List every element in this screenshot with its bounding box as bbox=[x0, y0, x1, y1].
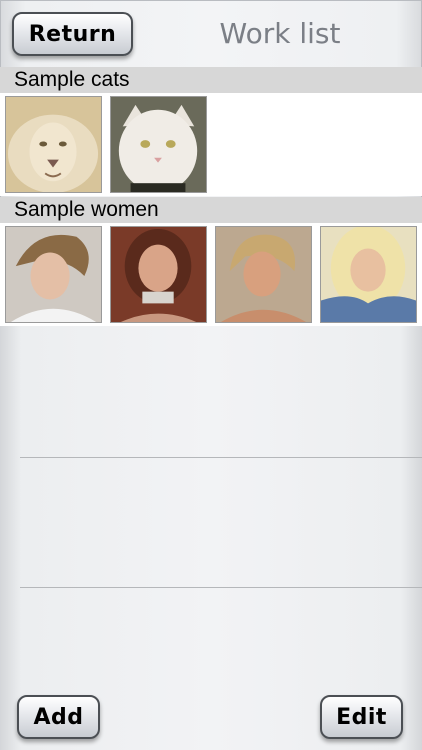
group-header-sample-women: Sample women bbox=[0, 197, 422, 223]
list-separator bbox=[20, 587, 422, 588]
woman-3-image bbox=[216, 227, 311, 322]
thumb-white-cat[interactable] bbox=[110, 96, 207, 193]
page-title: Work list bbox=[219, 17, 341, 50]
thumb-woman-2[interactable] bbox=[110, 226, 207, 323]
thumb-woman-4[interactable] bbox=[320, 226, 417, 323]
lion-image bbox=[6, 97, 101, 192]
list-separator bbox=[20, 457, 422, 458]
thumb-lion[interactable] bbox=[5, 96, 102, 193]
woman-1-image bbox=[6, 227, 101, 322]
woman-2-image bbox=[111, 227, 206, 322]
empty-list-area bbox=[0, 326, 422, 750]
top-bar: Return Work list bbox=[0, 0, 422, 66]
return-button[interactable]: Return bbox=[12, 12, 133, 56]
thumb-woman-3[interactable] bbox=[215, 226, 312, 323]
thumbs-row-cats bbox=[0, 93, 422, 196]
thumb-woman-1[interactable] bbox=[5, 226, 102, 323]
edit-button[interactable]: Edit bbox=[320, 695, 403, 739]
thumbs-row-women bbox=[0, 223, 422, 326]
white-cat-image bbox=[111, 97, 206, 192]
add-button[interactable]: Add bbox=[17, 695, 100, 739]
group-header-sample-cats: Sample cats bbox=[0, 67, 422, 93]
woman-4-image bbox=[321, 227, 416, 322]
